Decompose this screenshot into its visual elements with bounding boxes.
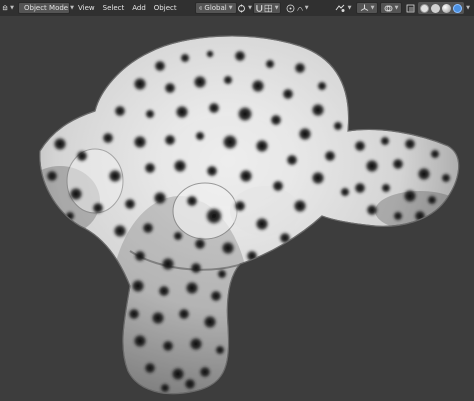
chevron-down-icon: ▼ xyxy=(370,5,375,11)
wireframe-shading-icon[interactable] xyxy=(420,3,429,13)
overlay-icon xyxy=(384,5,393,11)
3d-viewport[interactable] xyxy=(0,16,474,401)
shading-mode-group xyxy=(418,2,464,14)
menu-select[interactable]: Select xyxy=(99,2,129,14)
gizmo-toggle[interactable]: ▼ xyxy=(356,2,378,14)
menu-object[interactable]: Object xyxy=(150,2,181,14)
orientation-label: Global xyxy=(204,4,227,12)
shading-options-button[interactable]: ▼ xyxy=(464,2,472,14)
orientation-icon xyxy=(198,6,203,10)
material-preview-shading-icon[interactable] xyxy=(442,3,451,13)
chevron-down-icon: ▼ xyxy=(466,5,470,11)
chevron-down-icon: ▼ xyxy=(274,5,279,11)
xray-toggle[interactable] xyxy=(404,2,416,14)
rendered-shading-icon[interactable] xyxy=(453,3,462,13)
chevron-down-icon: ▼ xyxy=(304,5,309,11)
3d-viewport-icon xyxy=(2,5,8,11)
pivot-point-button[interactable]: ▼ xyxy=(237,2,253,14)
proportional-edit-button[interactable] xyxy=(285,2,297,14)
chevron-down-icon: ▼ xyxy=(394,5,399,11)
blender-window: ▼ Object Mode ▼ View Select Add Object G… xyxy=(0,0,474,401)
solid-shading-icon[interactable] xyxy=(431,3,440,13)
proportional-edit-icon xyxy=(286,4,295,12)
mode-selector[interactable]: Object Mode ▼ xyxy=(18,2,74,14)
xray-icon xyxy=(406,4,414,12)
proportional-falloff-button[interactable]: ▼ xyxy=(296,2,309,14)
menu-add[interactable]: Add xyxy=(128,2,150,14)
visibility-button[interactable]: ▼ xyxy=(334,2,352,14)
magnet-icon xyxy=(255,4,262,12)
editor-type-button[interactable]: ▼ xyxy=(2,2,14,14)
transform-orientation-selector[interactable]: Global ▼ xyxy=(194,2,237,14)
overlay-toggle[interactable]: ▼ xyxy=(380,2,402,14)
pivot-point-icon xyxy=(238,4,246,12)
menu-view[interactable]: View xyxy=(74,2,99,14)
viewport-canvas xyxy=(20,35,465,401)
gizmo-icon xyxy=(360,4,368,11)
snap-toggle[interactable]: ▼ xyxy=(252,2,281,14)
visibility-icon xyxy=(335,4,345,12)
suzanne-monkey-head[interactable] xyxy=(20,35,465,401)
chevron-down-icon: ▼ xyxy=(10,5,14,11)
viewport-header: ▼ Object Mode ▼ View Select Add Object G… xyxy=(0,0,474,16)
chevron-down-icon: ▼ xyxy=(347,5,352,11)
snap-increment-icon xyxy=(264,4,273,12)
chevron-down-icon: ▼ xyxy=(228,5,233,11)
chevron-down-icon: ▼ xyxy=(248,5,253,11)
mode-label: Object Mode xyxy=(24,4,69,12)
falloff-curve-icon xyxy=(296,6,303,11)
